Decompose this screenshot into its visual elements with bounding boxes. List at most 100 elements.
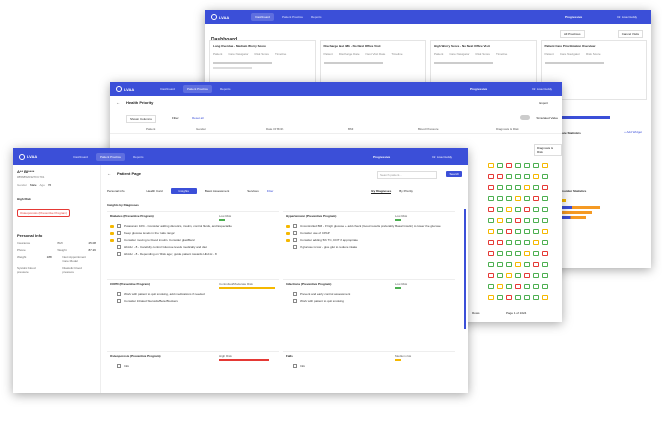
diagnosis-icon[interactable] (524, 163, 530, 168)
diagnosis-icon[interactable] (497, 262, 503, 267)
diagnosis-icon[interactable] (515, 218, 521, 223)
diagnosis-icon[interactable] (524, 251, 530, 256)
org-name[interactable]: Progressive (470, 87, 487, 91)
nav-reports[interactable]: Reports (220, 87, 231, 91)
diagnosis-icon[interactable] (542, 284, 548, 289)
diagnosis-icon[interactable] (524, 284, 530, 289)
tab-insights[interactable]: Insights (170, 188, 197, 194)
insight-item[interactable]: Info (110, 364, 276, 368)
nav-patient-practice[interactable]: Patient Practice (282, 15, 303, 19)
nav-reports[interactable]: Reports (133, 155, 144, 159)
nav-dashboard[interactable]: Dashboard (73, 155, 88, 159)
diagnosis-icon[interactable] (533, 174, 539, 179)
back-icon[interactable]: ← (107, 171, 111, 176)
col-blood-pressure[interactable]: Blood Pressure (418, 127, 496, 131)
diagnosis-icon[interactable] (524, 262, 530, 267)
diagnosis-icon[interactable] (533, 163, 539, 168)
practice-filter[interactable]: All Practices (560, 30, 585, 38)
diagnosis-icon[interactable] (506, 163, 512, 168)
diagnosis-icon[interactable] (506, 262, 512, 267)
diagnosis-icon[interactable] (488, 251, 494, 256)
diagnosis-icon[interactable] (497, 229, 503, 234)
insight-item[interactable]: Consider adding 5th TC, DOT if appropria… (286, 238, 452, 242)
scrollbar[interactable] (464, 209, 466, 329)
diagnosis-icon[interactable] (515, 262, 521, 267)
diagnosis-icon[interactable] (542, 185, 548, 190)
diagnosis-icon[interactable] (542, 163, 548, 168)
insight-item[interactable]: Consider Inhaled Steroids/Beta Blockers (110, 299, 276, 303)
diagnosis-icon[interactable] (533, 295, 539, 300)
diagnosis-icon[interactable] (506, 284, 512, 289)
org-name[interactable]: Progressive (373, 155, 390, 159)
diagnosis-icon[interactable] (533, 273, 539, 278)
checkbox[interactable] (117, 292, 121, 296)
diagnosis-icon[interactable] (524, 196, 530, 201)
diagnosis-icon[interactable] (506, 185, 512, 190)
diagnosis-icon[interactable] (524, 295, 530, 300)
diagnosis-icon[interactable] (515, 229, 521, 234)
insight-item[interactable]: Prevent and early control assessment (286, 292, 452, 296)
diagnosis-risk-filter[interactable]: Diagnosis & Risk (534, 144, 562, 156)
diagnosis-icon[interactable] (497, 185, 503, 190)
diagnosis-icon[interactable] (542, 262, 548, 267)
diagnosis-icon[interactable] (533, 240, 539, 245)
diagnosis-icon[interactable] (488, 229, 494, 234)
nav-patient-practice[interactable]: Patient Practice (182, 85, 212, 93)
diagnosis-icon[interactable] (524, 240, 530, 245)
diagnosis-icon[interactable] (533, 218, 539, 223)
tab-health-card[interactable]: Health Card (147, 189, 163, 193)
tab-filter[interactable]: Filter (267, 189, 274, 193)
diagnosis-icon[interactable] (524, 229, 530, 234)
diagnosis-icon[interactable] (488, 240, 494, 245)
patient-search-input[interactable]: Search patient... (377, 171, 437, 179)
checkbox[interactable] (293, 292, 297, 296)
tab-personal-info[interactable]: Personal info (107, 189, 125, 193)
diagnosis-icon[interactable] (497, 284, 503, 289)
diagnosis-icon[interactable] (533, 262, 539, 267)
diagnosis-icon[interactable] (515, 196, 521, 201)
col-bmi[interactable]: BMI (348, 127, 418, 131)
diagnosis-icon[interactable] (506, 218, 512, 223)
diagnosis-icon[interactable] (515, 207, 521, 212)
diagnosis-icon[interactable] (497, 251, 503, 256)
insight-item[interactable]: Work with patient to quit smoking, add m… (110, 292, 276, 296)
diagnosis-icon[interactable] (524, 185, 530, 190)
diagnosis-icon[interactable] (488, 218, 494, 223)
diagnosis-icon[interactable] (524, 207, 530, 212)
diagnosis-icon[interactable] (533, 229, 539, 234)
diagnosis-icon[interactable] (542, 251, 548, 256)
diagnosis-icon[interactable] (515, 174, 521, 179)
insight-item[interactable]: Consider moving to blood insulin. Consid… (110, 238, 276, 242)
insight-item[interactable]: Info (286, 364, 452, 368)
nav-dashboard[interactable]: Dashboard (251, 13, 274, 21)
diagnosis-icon[interactable] (488, 185, 494, 190)
diagnosis-icon[interactable] (497, 240, 503, 245)
insight-item[interactable]: Consider use of CPAP (286, 231, 452, 235)
diagnosis-icon[interactable] (488, 295, 494, 300)
nav-dashboard[interactable]: Dashboard (160, 87, 175, 91)
insight-item[interactable]: HbA1c - 8 - Depending on 'Risk age', gui… (110, 252, 276, 256)
diagnosis-icon[interactable] (488, 163, 494, 168)
col-gender[interactable]: Gender (196, 127, 266, 131)
diagnosis-icon[interactable] (515, 185, 521, 190)
diagnosis-icon[interactable] (488, 262, 494, 267)
checkbox[interactable] (293, 238, 297, 242)
diagnosis-icon[interactable] (497, 174, 503, 179)
diagnosis-icon[interactable] (506, 174, 512, 179)
col-dob[interactable]: Date Of Birth (266, 127, 348, 131)
diagnosis-icon[interactable] (488, 284, 494, 289)
diagnosis-icon[interactable] (506, 251, 512, 256)
reset-all-link[interactable]: Reset all (192, 116, 204, 120)
diagnosis-icon[interactable] (497, 163, 503, 168)
diagnosis-icon[interactable] (542, 196, 548, 201)
checkbox[interactable] (117, 224, 121, 228)
insight-item[interactable]: Potassium 10% - Consider adding diuretic… (110, 224, 276, 228)
nav-patient-practice[interactable]: Patient Practice (95, 152, 125, 161)
diagnosis-icon[interactable] (488, 196, 494, 201)
checkbox[interactable] (117, 364, 121, 368)
diagnosis-icon[interactable] (506, 207, 512, 212)
diagnosis-icon[interactable] (515, 284, 521, 289)
insight-item[interactable]: Uncontrolled BM - If high glucose + add … (286, 224, 452, 228)
diagnosis-icon[interactable] (488, 174, 494, 179)
diagnosis-icon[interactable] (497, 196, 503, 201)
